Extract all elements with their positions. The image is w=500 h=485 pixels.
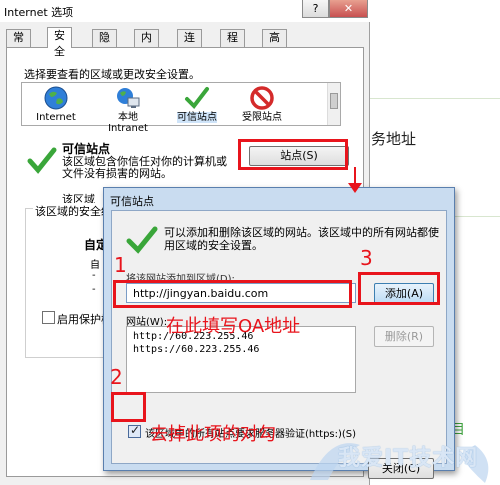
highlight-sites-button [238,139,348,170]
annotation-uncheck: 去掉此项的对勾 [150,424,276,445]
custom-text-partial: 自 [90,260,100,271]
zone-trusted-sites[interactable]: 可信站点 [167,85,227,123]
zone-list: Internet 本地 Intranet 可信站点 受限站点 [21,82,341,134]
zone-description: 该区域包含你信任对你的计算机或文件没有损害的网站。 [62,155,227,180]
background-partial-text: 务地址 [371,130,417,148]
highlight-https-checkbox [111,392,146,422]
zone-scrollbar[interactable] [327,83,340,125]
no-entry-icon [250,86,274,110]
custom-text-partial: - [92,284,96,295]
globe-icon [44,86,68,110]
protected-mode-checkbox[interactable] [42,311,55,324]
remove-button[interactable]: 删除(R) [374,326,434,347]
zone-sublabel: Intranet [108,123,148,134]
title-bar: Internet 选项 ? ✕ [0,0,370,22]
trusted-check-icon [27,147,57,174]
tab-security[interactable]: 安全 [47,27,72,58]
highlight-add-button [358,272,440,305]
tab-programs[interactable]: 程序 [220,29,245,60]
watermark-text: 我爱IT技术网 [338,446,479,471]
trusted-check-icon [126,226,158,254]
zone-label: 受限站点 [242,112,282,123]
annotation-step-3: 3 [360,246,373,270]
close-window-button[interactable]: ✕ [329,0,368,18]
tab-connections[interactable]: 连接 [177,29,202,60]
zone-label: 可信站点 [177,112,217,123]
annotation-step-1: 1 [114,253,127,277]
custom-text-partial: - [92,270,96,281]
tab-privacy[interactable]: 隐私 [92,29,117,60]
security-level-label: 该区域的安全级 [33,203,114,219]
help-button[interactable]: ? [302,0,329,18]
zone-restricted-sites[interactable]: 受限站点 [232,85,292,123]
window-title: Internet 选项 [4,6,74,19]
select-zone-label: 选择要查看的区域或更改安全设置。 [24,68,200,81]
arrow-icon [348,167,362,193]
zone-label: 本地 [118,112,138,123]
require-https-checkbox[interactable] [128,423,141,438]
dialog-description: 可以添加和删除该区域的网站。该区域中的所有网站都使用区域的安全设置。 [164,226,439,252]
zone-label: Internet [36,112,76,123]
dialog-title: 可信站点 [110,195,154,208]
scroll-thumb[interactable] [330,93,338,109]
zone-local-intranet[interactable]: 本地 Intranet [98,85,158,134]
annotation-fill-oa: 在此填写OA地址 [166,316,301,337]
check-icon [185,87,209,110]
annotation-step-2: 2 [110,365,123,389]
highlight-url-input [113,280,352,308]
list-item[interactable]: https://60.223.255.46 [133,344,259,355]
background-divider [370,98,500,99]
zone-internet[interactable]: Internet [26,85,86,123]
intranet-icon [117,88,140,108]
tab-content[interactable]: 内容 [134,29,159,60]
tab-general[interactable]: 常规 [6,29,31,60]
tab-advanced[interactable]: 高级 [262,29,287,60]
